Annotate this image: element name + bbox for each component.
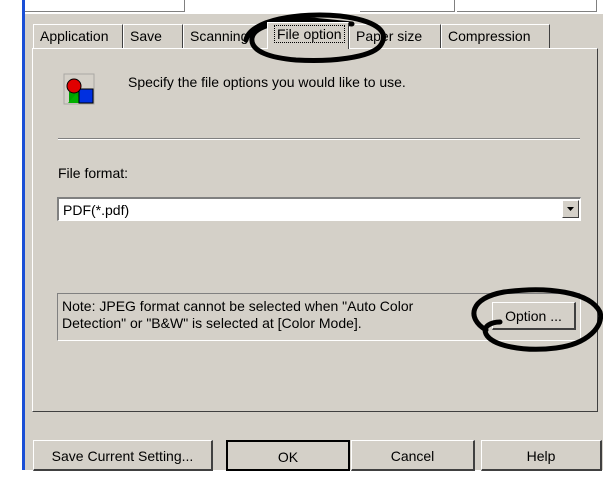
tab-label: Scanning — [190, 28, 249, 44]
tab-label: Save — [130, 28, 162, 44]
file-format-label: File format: — [58, 165, 129, 181]
outer-tab-strip — [25, 0, 603, 14]
separator — [58, 138, 580, 140]
tab-label: Application — [40, 28, 109, 44]
tab-save[interactable]: Save — [123, 24, 183, 48]
tab-file-option[interactable]: File option — [267, 22, 349, 49]
instruction-text: Specify the file options you would like … — [128, 74, 406, 90]
ok-button[interactable]: OK — [226, 440, 350, 471]
tab-scanning[interactable]: Scanning — [183, 24, 269, 48]
cancel-button[interactable]: Cancel — [351, 440, 475, 471]
note-text: Note: JPEG format cannot be selected whe… — [62, 298, 414, 331]
shapes-icon — [63, 73, 95, 105]
dropdown-button[interactable] — [562, 200, 579, 218]
file-format-select[interactable]: PDF(*.pdf) — [57, 197, 581, 221]
tab-panel — [32, 48, 598, 412]
help-button[interactable]: Help — [481, 440, 602, 471]
tab-application[interactable]: Application — [33, 24, 123, 48]
tab-compression[interactable]: Compression — [441, 24, 550, 48]
tab-label: Paper size — [356, 28, 423, 44]
file-format-value: PDF(*.pdf) — [63, 202, 130, 218]
option-button[interactable]: Option ... — [492, 302, 576, 330]
save-current-setting-button[interactable]: Save Current Setting... — [33, 440, 213, 471]
tab-label: Compression — [448, 28, 531, 44]
tab-label: File option — [274, 25, 345, 43]
chevron-down-icon — [567, 207, 574, 211]
tab-paper-size[interactable]: Paper size — [349, 24, 441, 48]
